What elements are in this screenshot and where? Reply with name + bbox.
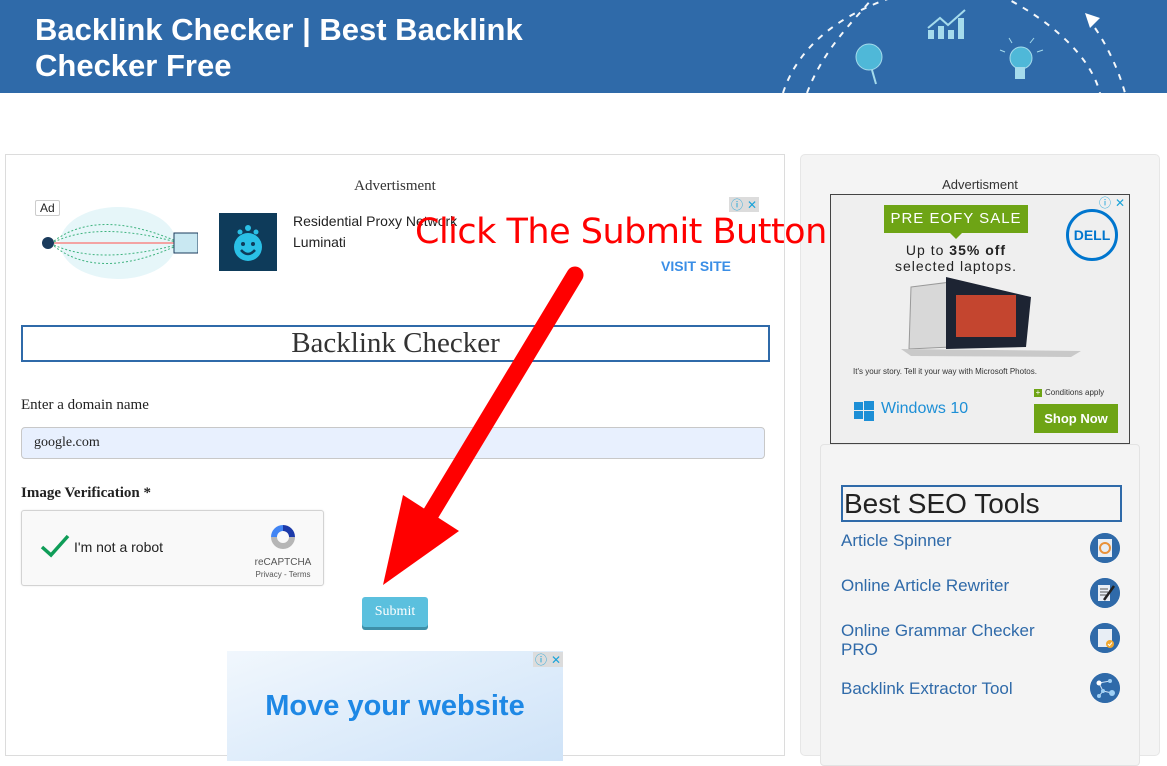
sidebar-ad-caption: Advertisment — [942, 177, 1018, 192]
ad-choices-bottom[interactable]: ⓘ ✕ — [533, 652, 563, 667]
recaptcha-links[interactable]: Privacy - Terms — [244, 570, 322, 579]
windows-text: Windows 10 — [881, 400, 969, 417]
seo-tool-link[interactable]: Article Spinner — [841, 531, 1056, 550]
submit-button[interactable]: Submit — [362, 597, 428, 627]
annotation-arrow-icon — [383, 266, 584, 585]
close-icon[interactable]: ✕ — [747, 198, 757, 212]
seo-tool-link[interactable]: Online Grammar Checker PRO — [841, 621, 1056, 659]
offer-line2: selected laptops. — [894, 258, 1018, 274]
info-icon[interactable]: ⓘ — [731, 196, 743, 213]
checkmark-icon[interactable] — [39, 532, 71, 560]
image-verification-label: Image Verification * — [21, 485, 151, 501]
dell-ad[interactable]: PRE EOFY SALE Up to 35% off selected lap… — [830, 194, 1130, 444]
offer-highlight: 35% off — [949, 242, 1007, 258]
arrow-head-icon — [1085, 13, 1100, 28]
spinner-icon[interactable] — [1090, 533, 1120, 563]
laptop-image — [901, 277, 1081, 357]
recaptcha-widget[interactable]: I'm not a robot reCAPTCHA Privacy - Term… — [21, 510, 324, 586]
seo-tool-item[interactable]: Online Article Rewriter — [841, 576, 1131, 608]
annotation-text: Click The Submit Button — [415, 212, 827, 252]
seo-tools-heading: Best SEO Tools — [841, 485, 1122, 522]
ad-caption: Advertisment — [354, 178, 436, 194]
conditions-label: Conditions apply — [1045, 388, 1105, 397]
recaptcha-label: I'm not a robot — [74, 539, 164, 555]
seo-tool-link[interactable]: Backlink Extractor Tool — [841, 679, 1056, 698]
visit-site-link[interactable]: VISIT SITE — [661, 258, 731, 274]
plus-icon: + — [1034, 388, 1042, 397]
info-icon[interactable]: ⓘ — [535, 651, 547, 668]
sidebar: Advertisment PRE EOFY SALE Up to 35% off… — [800, 154, 1160, 766]
proxy-network-illustration[interactable] — [38, 203, 198, 281]
bottom-ad[interactable]: Move your website — [227, 651, 563, 761]
recaptcha-logo-icon — [271, 525, 295, 549]
ad-choices[interactable]: ⓘ ✕ — [729, 197, 759, 212]
magnifier-icon — [855, 43, 883, 85]
seo-tool-item[interactable]: Article Spinner — [841, 531, 1131, 563]
chart-growth-icon — [927, 9, 966, 39]
windows-logo-icon — [854, 401, 874, 421]
offer-text: Up to 35% off selected laptops. — [851, 242, 1061, 274]
ad-choices-dell[interactable]: ⓘ ✕ — [1097, 195, 1127, 211]
quill-document-icon[interactable] — [1090, 578, 1120, 608]
seo-tool-item[interactable]: Backlink Extractor Tool — [841, 673, 1131, 703]
close-icon[interactable]: ✕ — [1115, 196, 1125, 210]
page-title: Backlink Checker | Best Backlink Checker… — [35, 12, 523, 83]
offer-prefix: Up to — [905, 242, 950, 258]
bottom-ad-headline[interactable]: Move your website — [227, 690, 563, 723]
domain-label: Enter a domain name — [21, 397, 149, 413]
ad-brand[interactable]: Luminati — [293, 234, 346, 250]
info-icon[interactable]: ⓘ — [1099, 195, 1111, 211]
shop-now-button[interactable]: Shop Now — [1034, 404, 1118, 433]
lightbulb-icon — [999, 37, 1044, 79]
close-icon[interactable]: ✕ — [551, 653, 561, 667]
seo-tools-panel: Best SEO Tools Article Spinner Online Ar… — [820, 444, 1140, 766]
sale-badge: PRE EOFY SALE — [884, 205, 1028, 239]
recaptcha-brand: reCAPTCHA — [254, 557, 312, 568]
site-header: Backlink Checker | Best Backlink Checker… — [0, 0, 1167, 93]
luminati-logo[interactable] — [219, 213, 277, 271]
seo-tool-link[interactable]: Online Article Rewriter — [841, 576, 1056, 595]
story-text: It's your story. Tell it your way with M… — [853, 367, 1037, 376]
header-decoration — [782, 0, 1126, 93]
conditions-text[interactable]: + Conditions apply — [1034, 388, 1104, 397]
dell-logo: DELL — [1066, 209, 1118, 261]
document-check-icon[interactable] — [1090, 623, 1120, 653]
network-nodes-icon[interactable] — [1090, 673, 1120, 703]
seo-tool-item[interactable]: Online Grammar Checker PRO — [841, 621, 1131, 659]
